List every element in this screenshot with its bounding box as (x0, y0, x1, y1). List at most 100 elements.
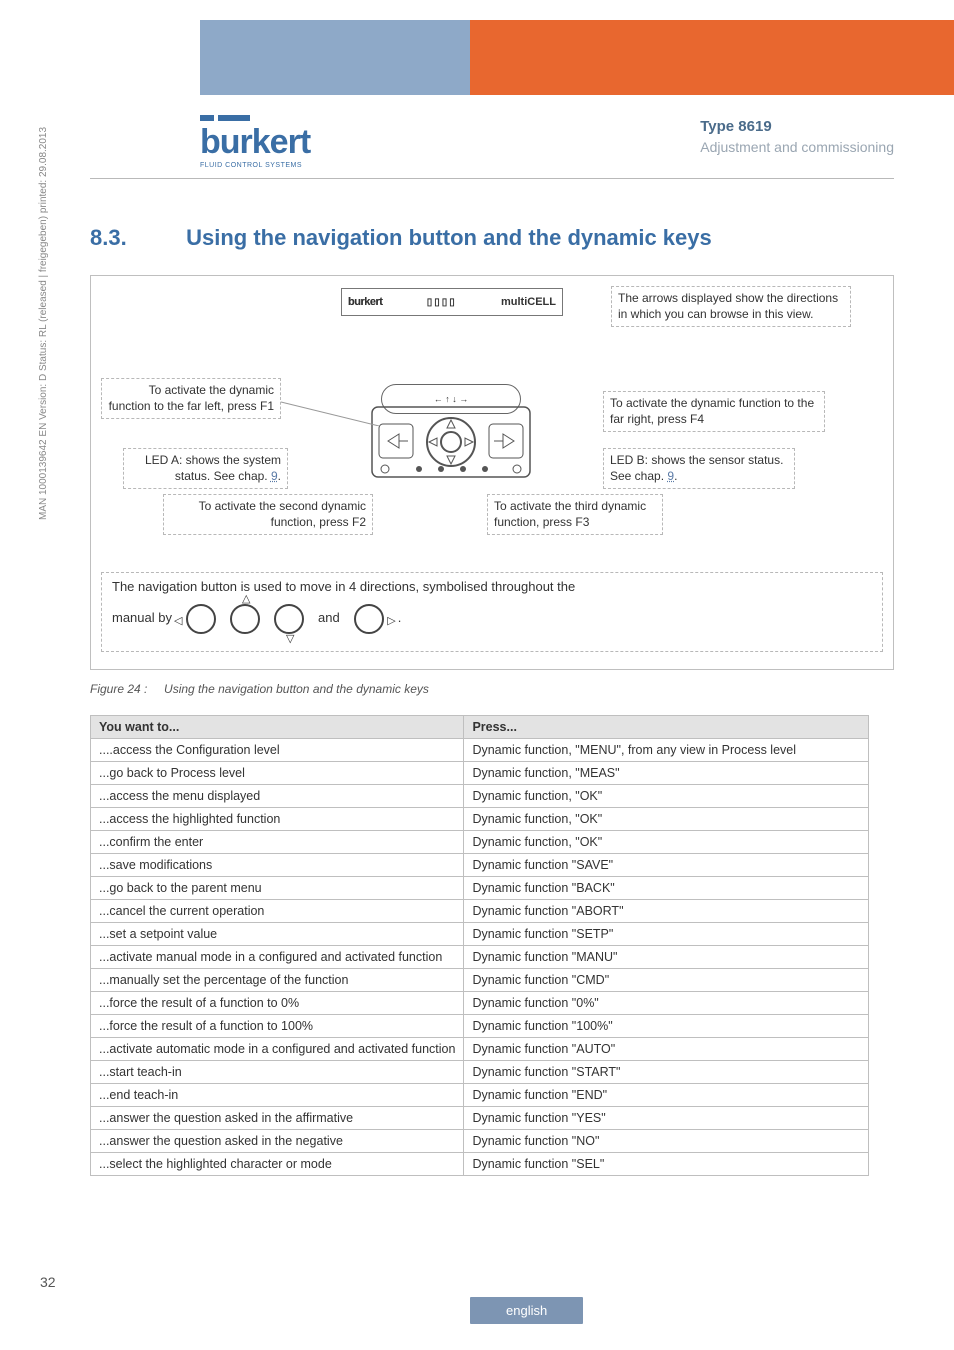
table-cell-press: Dynamic function "END" (464, 1084, 869, 1107)
table-cell-press: Dynamic function "0%" (464, 992, 869, 1015)
table-cell-action: ...access the highlighted function (91, 808, 464, 831)
table-cell-press: Dynamic function "YES" (464, 1107, 869, 1130)
table-row: ...access the highlighted functionDynami… (91, 808, 869, 831)
table-cell-press: Dynamic function "MANU" (464, 946, 869, 969)
table-row: ...activate manual mode in a configured … (91, 946, 869, 969)
callout-led-a-pre: LED A: shows the system status. See chap… (145, 453, 281, 483)
table-cell-action: ...start teach-in (91, 1061, 464, 1084)
device-model: multiCELL (501, 296, 556, 308)
table-cell-action: ...answer the question asked in the nega… (91, 1130, 464, 1153)
table-cell-action: ...confirm the enter (91, 831, 464, 854)
callout-navigation: The navigation button is used to move in… (101, 572, 883, 652)
table-cell-press: Dynamic function "SEL" (464, 1153, 869, 1176)
table-cell-press: Dynamic function "NO" (464, 1130, 869, 1153)
table-cell-action: ...set a setpoint value (91, 923, 464, 946)
table-row: ...set a setpoint valueDynamic function … (91, 923, 869, 946)
table-cell-press: Dynamic function "100%" (464, 1015, 869, 1038)
brand-logo-subtext: FLUID CONTROL SYSTEMS (200, 162, 310, 169)
table-cell-action: ...force the result of a function to 100… (91, 1015, 464, 1038)
table-cell-press: Dynamic function "SETP" (464, 923, 869, 946)
side-document-id: MAN 1000139642 EN Version: D Status: RL … (38, 127, 49, 520)
section-heading: 8.3. Using the navigation button and the… (90, 225, 894, 251)
table-cell-action: ...select the highlighted character or m… (91, 1153, 464, 1176)
device-panel-svg (371, 406, 531, 492)
header-band-blue (200, 20, 470, 95)
section-title: Using the navigation button and the dyna… (186, 225, 712, 250)
nav-down-icon: ▽ (274, 604, 304, 634)
table-row: ...manually set the percentage of the fu… (91, 969, 869, 992)
callout-arrows: The arrows displayed show the directions… (611, 286, 851, 327)
table-head-left: You want to... (91, 716, 464, 739)
table-cell-action: ....access the Configuration level (91, 739, 464, 762)
table-row: ...answer the question asked in the affi… (91, 1107, 869, 1130)
header-right: Type 8619 Adjustment and commissioning (700, 118, 894, 155)
page-number: 32 (40, 1274, 56, 1290)
table-cell-press: Dynamic function, "MEAS" (464, 762, 869, 785)
chap-link-9a[interactable]: 9 (271, 469, 278, 483)
nav-up-icon: △ (230, 604, 260, 634)
diagram-container: burkert ▯▯▯▯ multiCELL ← ↑ ↓ → (90, 275, 894, 670)
nav-left-icon: ◁ (186, 604, 216, 634)
brand-logo: burkert FLUID CONTROL SYSTEMS (200, 115, 310, 169)
nav-text-pre: The navigation button is used to move in… (112, 579, 872, 596)
callout-f4: To activate the dynamic function to the … (603, 391, 825, 432)
table-cell-action: ...save modifications (91, 854, 464, 877)
callout-f3: To activate the third dynamic function, … (487, 494, 663, 535)
table-row: ...access the menu displayedDynamic func… (91, 785, 869, 808)
device-bars: ▯▯▯▯ (427, 297, 457, 308)
callout-led-b-post: . (674, 469, 677, 483)
nav-manual-by: manual by (112, 610, 172, 627)
device-key-icons: ← ↑ ↓ → (434, 394, 469, 404)
header-rule (90, 178, 894, 179)
table-cell-press: Dynamic function "START" (464, 1061, 869, 1084)
figure-text: Using the navigation button and the dyna… (164, 682, 429, 696)
figure-caption: Figure 24 : Using the navigation button … (90, 682, 429, 696)
table-row: ...start teach-inDynamic function "START… (91, 1061, 869, 1084)
table-cell-action: ...end teach-in (91, 1084, 464, 1107)
table-cell-press: Dynamic function, "OK" (464, 785, 869, 808)
table-cell-press: Dynamic function "CMD" (464, 969, 869, 992)
table-row: ....access the Configuration levelDynami… (91, 739, 869, 762)
table-cell-action: ...cancel the current operation (91, 900, 464, 923)
device-panel (371, 406, 531, 492)
table-row: ...confirm the enterDynamic function, "O… (91, 831, 869, 854)
doc-type: Type 8619 (700, 118, 894, 135)
table-cell-press: Dynamic function "BACK" (464, 877, 869, 900)
table-cell-action: ...manually set the percentage of the fu… (91, 969, 464, 992)
table-cell-press: Dynamic function, "OK" (464, 831, 869, 854)
table-row: ...activate automatic mode in a configur… (91, 1038, 869, 1061)
table-cell-press: Dynamic function "AUTO" (464, 1038, 869, 1061)
nav-and: and (318, 610, 340, 627)
table-cell-press: Dynamic function "ABORT" (464, 900, 869, 923)
table-row: ...go back to the parent menuDynamic fun… (91, 877, 869, 900)
table-row: ...go back to Process levelDynamic funct… (91, 762, 869, 785)
table-head-right: Press... (464, 716, 869, 739)
table-cell-action: ...access the menu displayed (91, 785, 464, 808)
table-row: ...force the result of a function to 0%D… (91, 992, 869, 1015)
table-row: ...cancel the current operationDynamic f… (91, 900, 869, 923)
table-row: ...select the highlighted character or m… (91, 1153, 869, 1176)
table-cell-action: ...go back to the parent menu (91, 877, 464, 900)
callout-f1: To activate the dynamic function to the … (101, 378, 281, 419)
nav-dot: . (398, 610, 402, 627)
table-cell-action: ...answer the question asked in the affi… (91, 1107, 464, 1130)
table-cell-action: ...activate automatic mode in a configur… (91, 1038, 464, 1061)
table-row: ...end teach-inDynamic function "END" (91, 1084, 869, 1107)
callout-led-a-post: . (278, 469, 281, 483)
device-logo: burkert (348, 296, 382, 308)
table-cell-press: Dynamic function "SAVE" (464, 854, 869, 877)
table-cell-action: ...force the result of a function to 0% (91, 992, 464, 1015)
callout-led-b-pre: LED B: shows the sensor status. See chap… (610, 453, 783, 483)
doc-subtitle: Adjustment and commissioning (700, 139, 894, 155)
figure-label: Figure 24 : (90, 682, 147, 696)
table-row: ...answer the question asked in the nega… (91, 1130, 869, 1153)
table-cell-press: Dynamic function, "MENU", from any view … (464, 739, 869, 762)
actions-table: You want to... Press... ....access the C… (90, 715, 869, 1176)
table-row: ...force the result of a function to 100… (91, 1015, 869, 1038)
language-label: english (470, 1297, 583, 1324)
section-number: 8.3. (90, 225, 180, 251)
table-cell-action: ...activate manual mode in a configured … (91, 946, 464, 969)
callout-f2: To activate the second dynamic function,… (163, 494, 373, 535)
table-head-row: You want to... Press... (91, 716, 869, 739)
nav-right-icon: ▷ (354, 604, 384, 634)
